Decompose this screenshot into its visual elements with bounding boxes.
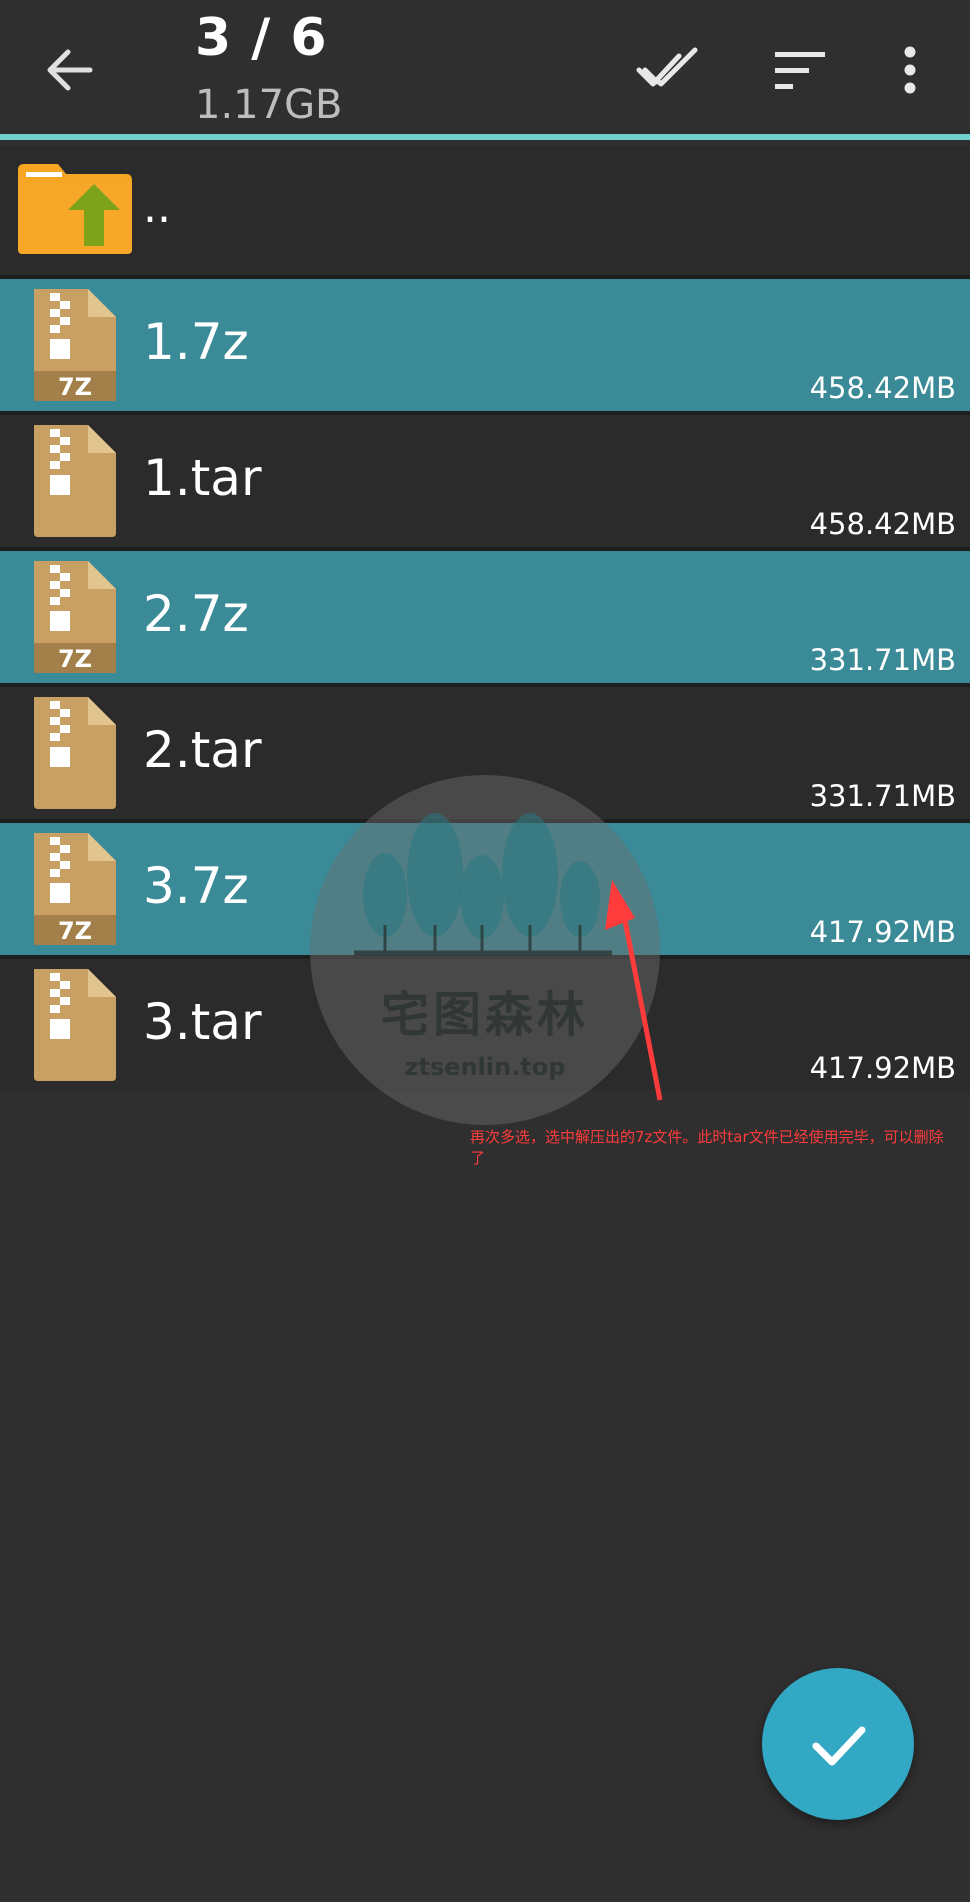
folder-up-icon bbox=[18, 164, 132, 254]
archive-badge: 7Z bbox=[58, 917, 92, 945]
select-all-button[interactable] bbox=[633, 38, 703, 102]
file-name: 1.7z bbox=[143, 313, 249, 371]
parent-folder-row[interactable]: .. bbox=[0, 146, 970, 275]
archive-tar-icon bbox=[34, 969, 116, 1081]
app-bar: 3 / 6 1.17GB bbox=[0, 0, 970, 140]
check-icon bbox=[812, 1726, 866, 1766]
file-row[interactable]: 1.tar 458.42MB bbox=[0, 415, 970, 547]
parent-folder-label: .. bbox=[143, 182, 171, 233]
file-name: 2.tar bbox=[143, 721, 262, 779]
file-size: 458.42MB bbox=[809, 507, 956, 541]
annotation-note: 再次多选，选中解压出的7z文件。此时tar文件已经使用完毕，可以删除了 bbox=[470, 1128, 944, 1167]
file-name: 2.7z bbox=[143, 585, 249, 643]
sort-icon bbox=[775, 52, 825, 89]
selection-size-subtitle: 1.17GB bbox=[195, 82, 343, 128]
archive-tar-icon bbox=[34, 697, 116, 809]
file-name: 3.7z bbox=[143, 857, 249, 915]
file-name: 1.tar bbox=[143, 449, 262, 507]
sort-button[interactable] bbox=[765, 38, 835, 102]
archive-7z-icon: 7Z bbox=[34, 833, 116, 945]
file-size: 331.71MB bbox=[809, 643, 956, 677]
watermark-url: ztsenlin.top bbox=[404, 1053, 566, 1081]
confirm-fab-button[interactable] bbox=[762, 1668, 914, 1820]
file-size: 417.92MB bbox=[809, 1051, 956, 1085]
file-row[interactable]: 7Z 2.7z 331.71MB bbox=[0, 551, 970, 683]
watermark-title: 宅图森林 bbox=[380, 987, 589, 1043]
archive-badge: 7Z bbox=[58, 373, 92, 401]
double-check-icon bbox=[636, 47, 698, 87]
file-size: 417.92MB bbox=[809, 915, 956, 949]
archive-7z-icon: 7Z bbox=[34, 561, 116, 673]
back-button[interactable] bbox=[40, 40, 100, 100]
archive-7z-icon: 7Z bbox=[34, 289, 116, 401]
archive-badge: 7Z bbox=[58, 645, 92, 673]
tree-logo-icon bbox=[354, 813, 612, 956]
watermark-logo: 宅图森林 ztsenlin.top bbox=[310, 775, 660, 1125]
more-options-button[interactable] bbox=[880, 38, 940, 102]
file-row[interactable]: 7Z 1.7z 458.42MB bbox=[0, 279, 970, 411]
file-size: 458.42MB bbox=[809, 371, 956, 405]
file-name: 3.tar bbox=[143, 993, 262, 1051]
more-vert-icon bbox=[904, 46, 916, 94]
file-size: 331.71MB bbox=[809, 779, 956, 813]
arrow-back-icon bbox=[47, 49, 93, 91]
selection-count-title: 3 / 6 bbox=[195, 8, 328, 68]
archive-tar-icon bbox=[34, 425, 116, 537]
